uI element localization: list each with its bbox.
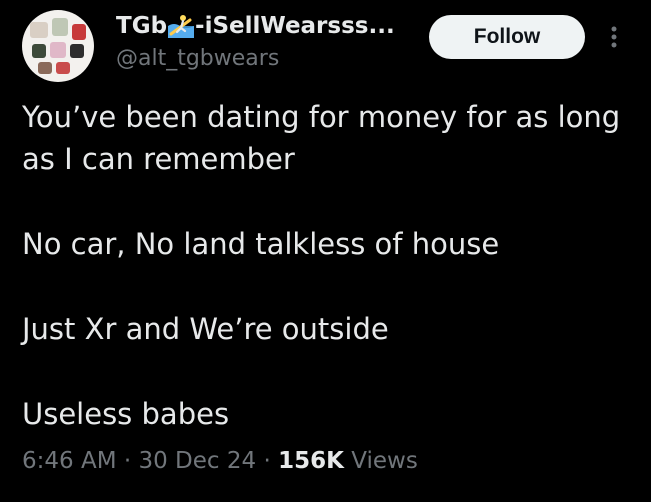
- avatar-tile: [32, 44, 46, 58]
- tweet-date[interactable]: 30 Dec 24: [138, 448, 256, 474]
- tweet-meta: 6:46 AM · 30 Dec 24 · 156K Views: [22, 448, 418, 474]
- tweet-line: No car, No land talkless of house: [22, 227, 500, 261]
- avatar[interactable]: [22, 10, 94, 82]
- avatar-tile: [52, 18, 68, 36]
- tweet-time[interactable]: 6:46 AM: [22, 448, 117, 474]
- display-name-suffix: -iSellWearsss...: [195, 13, 395, 39]
- tweet-line: You’ve been dating for money for as long: [22, 100, 621, 134]
- avatar-tile: [56, 62, 70, 74]
- views-count[interactable]: 156K: [278, 448, 344, 474]
- tweet-line: as I can remember: [22, 142, 295, 176]
- surfer-emoji-icon: [168, 14, 195, 38]
- meta-separator: ·: [116, 448, 139, 474]
- meta-separator: ·: [256, 448, 279, 474]
- avatar-tile: [50, 42, 66, 58]
- author-handle[interactable]: @alt_tgbwears: [116, 46, 279, 71]
- tweet-line: Just Xr and We’re outside: [22, 312, 389, 346]
- avatar-tile: [72, 24, 86, 40]
- tweet-line: Useless babes: [22, 397, 230, 431]
- author-display-name[interactable]: TGb -iSellWearsss...: [116, 13, 395, 39]
- avatar-tile: [30, 22, 48, 38]
- follow-button[interactable]: Follow: [429, 15, 585, 59]
- tweet-card: TGb -iSellWearsss... @alt_tgbwears Follo…: [0, 0, 651, 502]
- more-vertical-icon[interactable]: [602, 23, 626, 51]
- avatar-tile: [70, 44, 84, 58]
- views-label: Views: [343, 448, 418, 474]
- display-name-prefix: TGb: [116, 13, 168, 39]
- avatar-tile: [38, 62, 52, 74]
